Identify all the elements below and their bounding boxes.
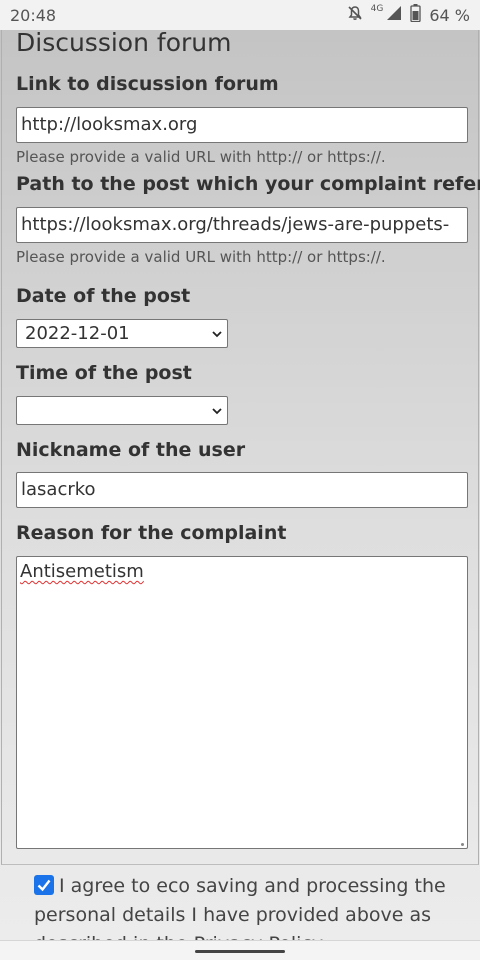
discussion-forum-section: Discussion forum Link to discussion foru…	[1, 30, 480, 865]
chevron-down-icon	[212, 331, 222, 338]
consent-checkbox[interactable]	[34, 875, 54, 895]
post-path-hint: Please provide a valid URL with http:// …	[16, 248, 386, 266]
battery-level: 64 %	[429, 5, 470, 25]
post-time-select[interactable]	[16, 396, 228, 425]
status-bar: 20:48 4G 64 %	[0, 0, 480, 30]
battery-icon	[410, 4, 421, 26]
status-time: 20:48	[10, 5, 57, 25]
section-title: Discussion forum	[16, 30, 232, 57]
forum-link-hint: Please provide a valid URL with http:// …	[16, 148, 386, 166]
post-date-label: Date of the post	[16, 285, 191, 307]
consent-text: I agree to eco saving and processing the…	[34, 875, 446, 940]
complaint-form-page: Discussion forum Link to discussion foru…	[0, 30, 480, 940]
home-gesture-handle[interactable]	[195, 950, 285, 953]
post-path-label: Path to the post which your complaint re…	[16, 173, 480, 195]
reason-textarea[interactable]: Antisemetism	[16, 556, 468, 849]
consent-row: I agree to eco saving and processing the…	[34, 872, 454, 940]
mute-bell-icon	[347, 5, 363, 25]
forum-link-input[interactable]: http://looksmax.org	[16, 107, 468, 143]
chevron-down-icon	[212, 408, 222, 415]
reason-text: Antisemetism	[20, 561, 144, 582]
checkmark-icon	[37, 879, 51, 892]
status-icons: 4G 64 %	[347, 4, 470, 26]
post-time-label: Time of the post	[16, 362, 192, 384]
reason-label: Reason for the complaint	[16, 522, 287, 544]
signal-icon	[386, 5, 402, 25]
post-date-value: 2022-12-01	[25, 323, 130, 344]
network-type: 4G	[370, 4, 384, 14]
post-date-select[interactable]: 2022-12-01	[16, 319, 228, 348]
forum-link-label: Link to discussion forum	[16, 73, 279, 95]
post-path-input[interactable]: https://looksmax.org/threads/jews-are-pu…	[16, 207, 468, 243]
nickname-label: Nickname of the user	[16, 439, 246, 461]
navigation-bar	[0, 940, 480, 960]
nickname-input[interactable]: lasacrko	[16, 472, 468, 508]
resize-grip-icon[interactable]	[461, 843, 464, 846]
